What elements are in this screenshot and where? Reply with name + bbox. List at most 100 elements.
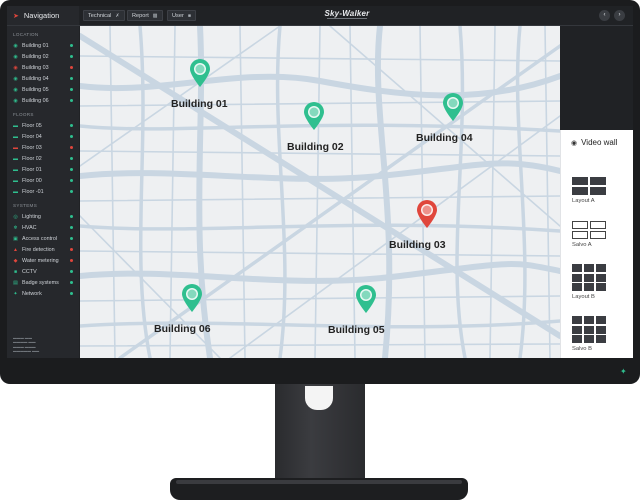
layout-cell: [595, 273, 606, 282]
sidebar-item-floor-02[interactable]: ▬ Floor 02: [7, 153, 79, 164]
section-title: LOCATION: [13, 32, 39, 37]
layout-label: Salvo B: [572, 346, 592, 352]
section-title: SYSTEMS: [13, 203, 38, 208]
status-dot: [70, 66, 73, 69]
map-pin-icon: ◉: [13, 42, 18, 49]
power-led-icon: ✦: [620, 367, 627, 376]
layout-cell: [595, 264, 606, 272]
hvac-icon: ❄: [13, 224, 18, 231]
chevron-right-icon[interactable]: ›: [614, 10, 625, 21]
sidebar-item-water-metering[interactable]: ◆ Water metering: [7, 255, 79, 266]
sidebar-item-label: HVAC: [22, 224, 37, 231]
building-label[interactable]: Building 03: [389, 239, 446, 251]
layout-cell: [595, 325, 606, 334]
status-dot: [70, 44, 73, 47]
map-view[interactable]: Building 01 Building 02 Building 04 Buil…: [80, 26, 560, 358]
sidebar-item-label: Floor 00: [22, 177, 42, 184]
tab-technical[interactable]: Technical ✗: [83, 10, 125, 21]
sidebar-item-building-04[interactable]: ◉ Building 04: [7, 73, 79, 84]
sidebar-item-cctv[interactable]: ■ CCTV: [7, 266, 79, 277]
status-dot: [70, 99, 73, 102]
building-label[interactable]: Building 06: [154, 323, 211, 335]
sidebar-item-label: Floor 05: [22, 122, 42, 129]
layout-option-layout-b[interactable]: Layout B: [572, 264, 606, 300]
floor-icon: ▬: [13, 155, 18, 162]
layout-grid-icon: [572, 264, 606, 291]
layout-option-layout-a[interactable]: Layout A: [572, 177, 606, 204]
layout-cell: [572, 221, 589, 229]
status-dot: [70, 215, 73, 218]
video-wall-panel: ◉ Video wall Layout A Salvo A Layout B Salv…: [560, 130, 633, 358]
floor-icon: ▬: [13, 144, 18, 151]
sidebar-item-label: Water metering: [22, 257, 59, 264]
nav-header: ➤ Navigation: [7, 6, 79, 26]
network-icon: ✦: [13, 290, 18, 297]
sidebar-item-floor-04[interactable]: ▬ Floor 04: [7, 131, 79, 142]
sidebar-item-label: Building 01: [22, 42, 49, 49]
map-pin-icon: ◉: [13, 75, 18, 82]
layout-grid-icon: [572, 177, 606, 195]
building-label[interactable]: Building 02: [287, 141, 344, 153]
footer-line: ▬▬▬▬▬ ▬▬: [13, 349, 40, 354]
map-pin-icon[interactable]: [442, 92, 464, 122]
status-dot: [70, 292, 73, 295]
layout-cell: [583, 316, 595, 324]
sidebar-item-floor-03[interactable]: ▬ Floor 03: [7, 142, 79, 153]
layout-option-salvo-a[interactable]: Salvo A: [572, 221, 606, 248]
sidebar-item-label: Floor 03: [22, 144, 42, 151]
tab-user[interactable]: User ■: [167, 10, 196, 21]
floor-icon: ▬: [13, 122, 18, 129]
floor-icon: ▬: [13, 177, 18, 184]
layout-cell: [595, 283, 606, 291]
sidebar-item-badge-systems[interactable]: ▤ Badge systems: [7, 277, 79, 288]
layout-cell: [589, 186, 606, 195]
sidebar-item-building-03[interactable]: ◉ Building 03: [7, 62, 79, 73]
sidebar-item-label: Floor 04: [22, 133, 42, 140]
map-pin-icon[interactable]: [181, 283, 203, 313]
badge-icon: ▤: [13, 279, 18, 286]
sidebar-item-network[interactable]: ✦ Network: [7, 288, 79, 299]
sidebar-item-floor-01[interactable]: ▬ Floor -01: [7, 186, 79, 197]
building-label[interactable]: Building 04: [416, 132, 473, 144]
stand-base-highlight: [176, 480, 462, 484]
layout-cell: [572, 273, 583, 282]
stand-cable-hole: [305, 386, 333, 410]
status-dot: [70, 281, 73, 284]
sidebar-item-building-02[interactable]: ◉ Building 02: [7, 51, 79, 62]
building-label[interactable]: Building 01: [171, 98, 228, 110]
status-dot: [70, 179, 73, 182]
status-dot: [70, 226, 73, 229]
sidebar-item-label: Building 05: [22, 86, 49, 93]
layout-cell: [572, 335, 583, 343]
layout-cell: [572, 316, 583, 324]
sidebar-item-building-05[interactable]: ◉ Building 05: [7, 84, 79, 95]
sidebar-item-label: Building 03: [22, 64, 49, 71]
chevron-left-icon[interactable]: ‹: [599, 10, 610, 21]
layout-cell: [572, 177, 589, 185]
sidebar-item-lighting[interactable]: ◎ Lighting: [7, 211, 79, 222]
sidebar-item-building-01[interactable]: ◉ Building 01: [7, 40, 79, 51]
sidebar-item-floor-01[interactable]: ▬ Floor 01: [7, 164, 79, 175]
layout-option-salvo-b[interactable]: Salvo B: [572, 316, 606, 352]
sidebar-item-label: Network: [22, 290, 42, 297]
sidebar-item-floor-05[interactable]: ▬ Floor 05: [7, 120, 79, 131]
building-label[interactable]: Building 05: [328, 324, 385, 336]
sidebar-item-hvac[interactable]: ❄ HVAC: [7, 222, 79, 233]
tab-report[interactable]: Report ▩: [127, 10, 163, 21]
sidebar-item-fire-detection[interactable]: ▲ Fire detection: [7, 244, 79, 255]
layout-cell: [572, 283, 583, 291]
map-pin-icon[interactable]: [189, 58, 211, 88]
map-pin-icon[interactable]: [355, 284, 377, 314]
layout-cell: [595, 316, 606, 324]
layout-cell: [583, 264, 595, 272]
status-dot: [70, 237, 73, 240]
map-roads: [80, 26, 560, 358]
map-pin-icon[interactable]: [303, 101, 325, 131]
sidebar-item-access-control[interactable]: ▣ Access control: [7, 233, 79, 244]
map-pin-icon[interactable]: [416, 199, 438, 229]
sidebar-item-building-06[interactable]: ◉ Building 06: [7, 95, 79, 106]
camera-icon: ■: [13, 268, 18, 275]
status-dot: [70, 55, 73, 58]
logo-icon: ➤: [13, 12, 19, 20]
sidebar-item-floor-00[interactable]: ▬ Floor 00: [7, 175, 79, 186]
